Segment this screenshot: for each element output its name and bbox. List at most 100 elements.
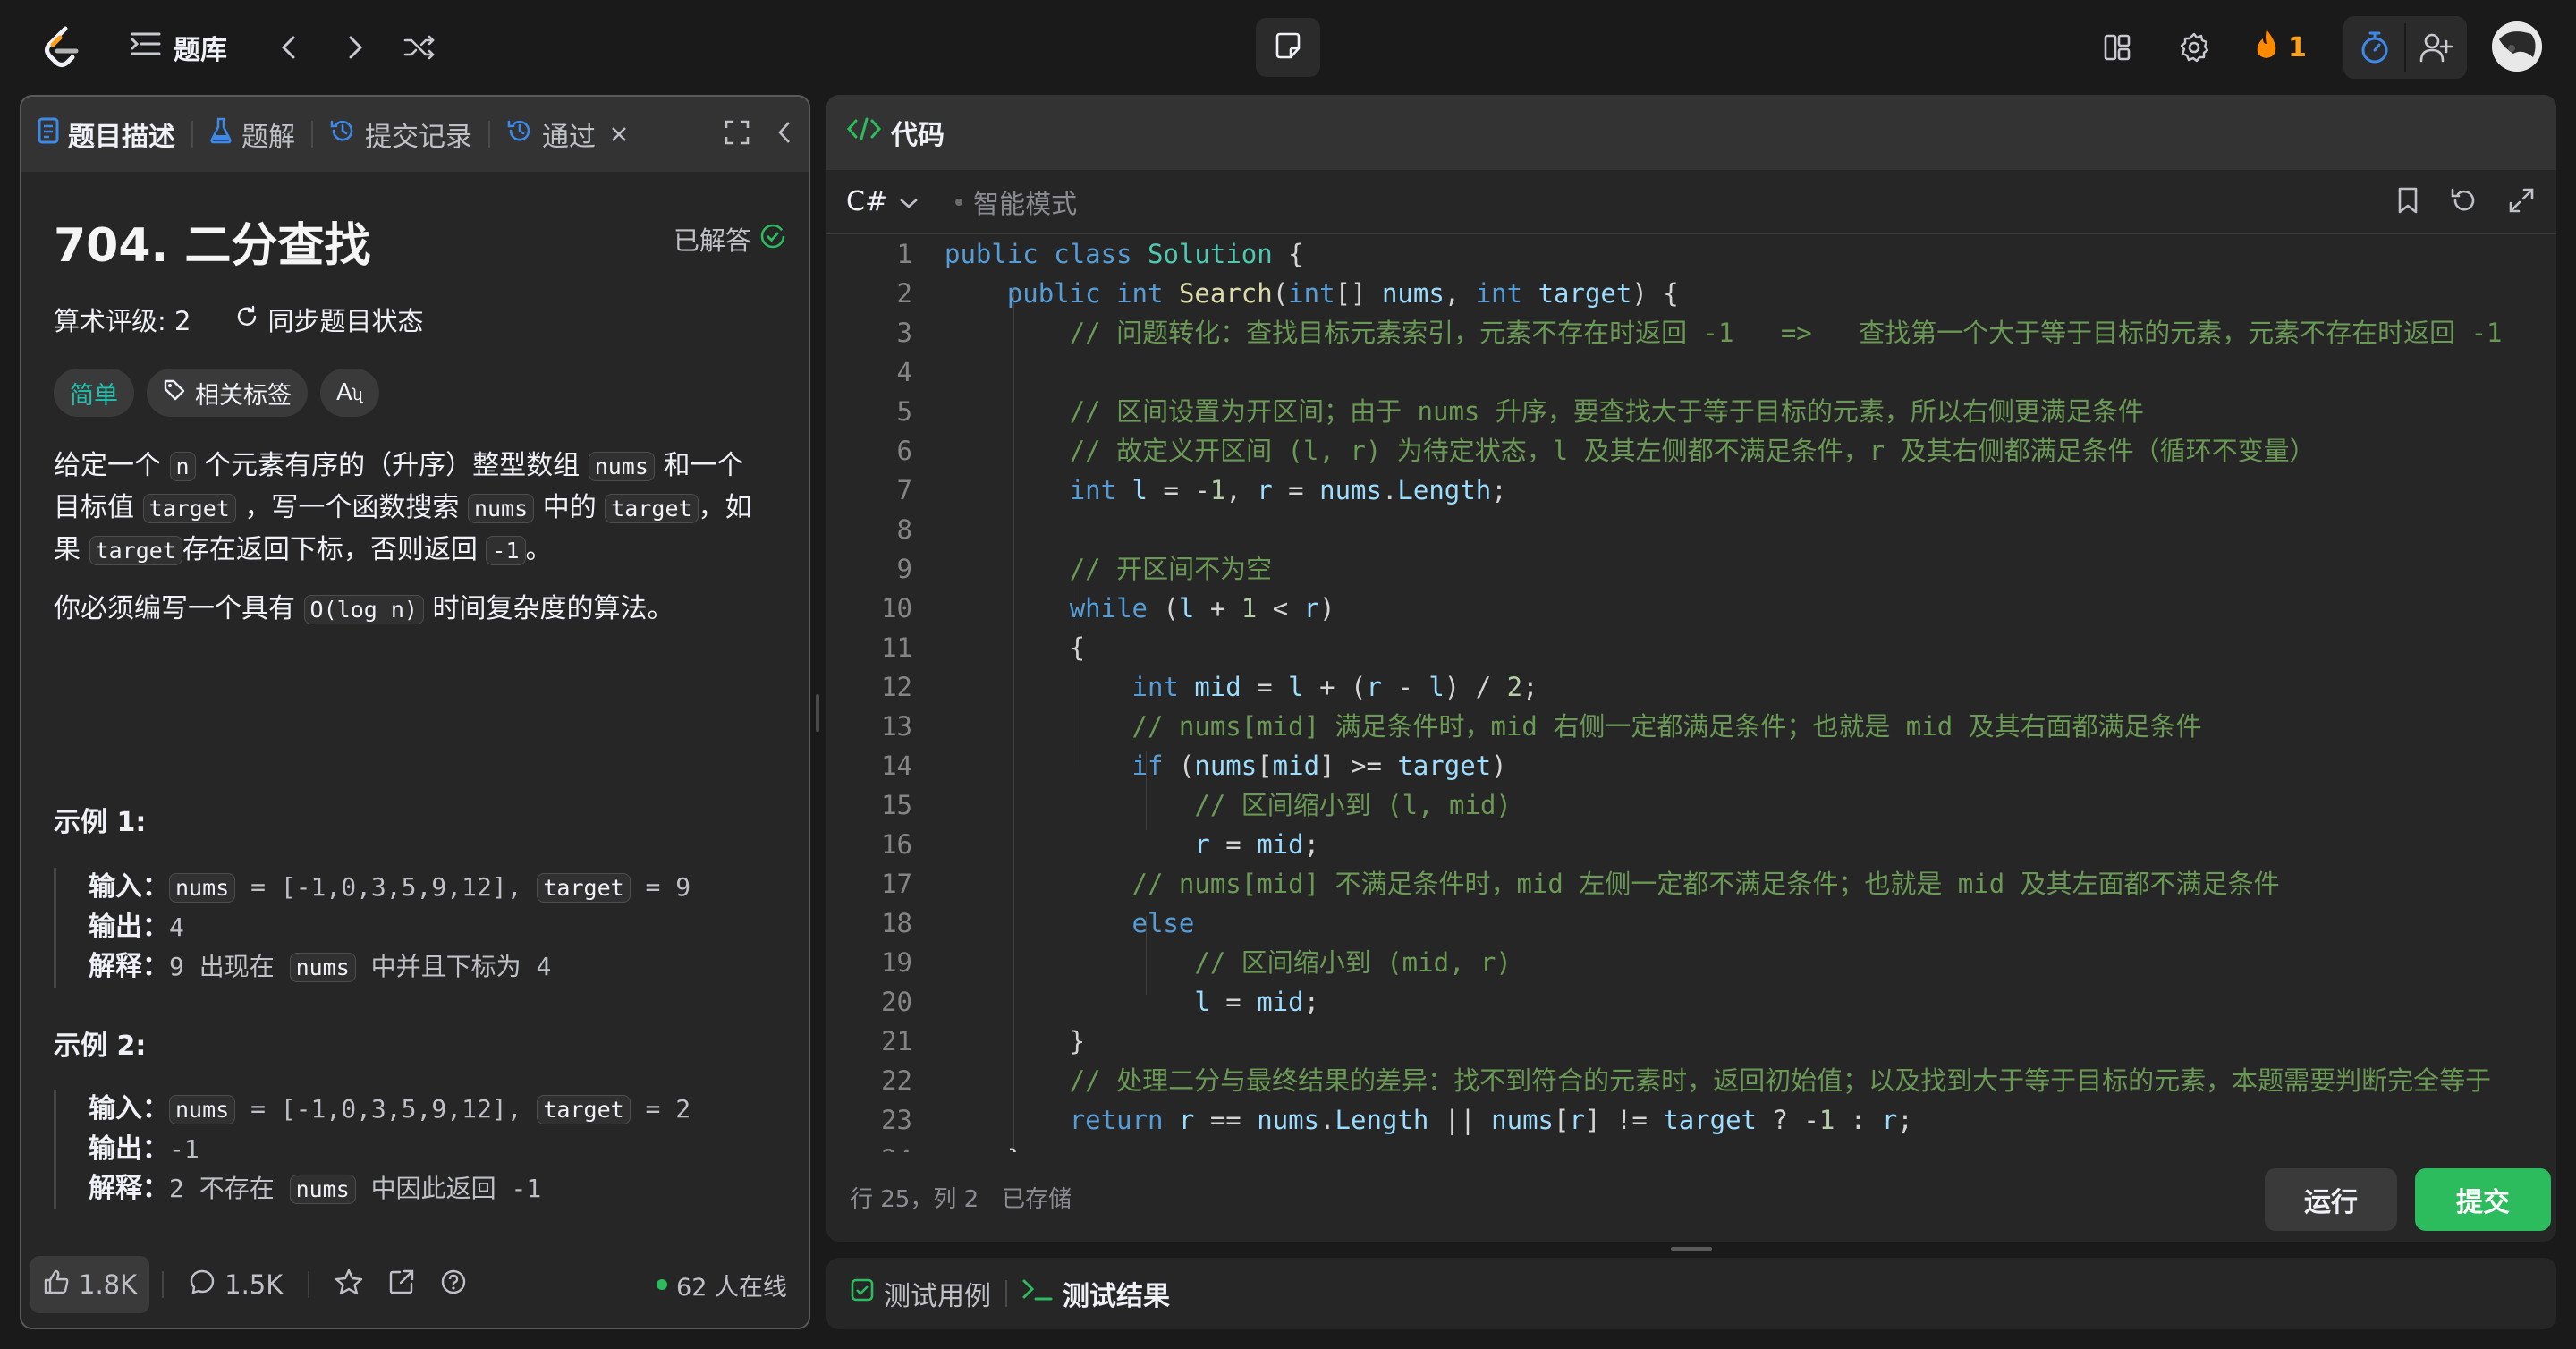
line-content: }	[945, 1026, 1086, 1056]
text: 2 不存在	[169, 1174, 290, 1203]
horizontal-resize-handle[interactable]	[816, 694, 819, 732]
layout-icon[interactable]	[2097, 27, 2138, 68]
code-line[interactable]: 16 r = mid;	[826, 825, 2526, 864]
code-line[interactable]: 10 while (l + 1 < r)	[826, 589, 2526, 628]
streak-counter[interactable]: 1	[2254, 27, 2307, 68]
online-count: 62 人在线	[676, 1273, 787, 1302]
line-number: 9	[896, 554, 912, 584]
code-line[interactable]: 3 // 问题转化：查找目标元素索引，元素不存在时返回 -1 => 查找第一个大…	[826, 313, 2526, 352]
tab-solutions[interactable]: 题解	[193, 97, 311, 172]
tab-description[interactable]: 题目描述	[21, 97, 191, 172]
line-content: // 区间设置为开区间；由于 nums 升序，要查找大于等于目标的元素，所以右侧…	[1069, 396, 2144, 427]
code-line[interactable]: 5 // 区间设置为开区间；由于 nums 升序，要查找大于等于目标的元素，所以…	[826, 392, 2526, 431]
terminal-icon	[1021, 1277, 1054, 1310]
shuffle-icon[interactable]	[399, 27, 440, 68]
code-brackets-icon	[846, 116, 882, 148]
line-number: 15	[881, 790, 912, 820]
help-button[interactable]	[428, 1256, 479, 1313]
code-line[interactable]: 2 public int Search(int[] nums, int targ…	[826, 274, 2526, 313]
text: = [-1,0,3,5,9,12],	[235, 872, 538, 902]
code-line[interactable]: 15 // 区间缩小到 (l, mid)	[826, 785, 2526, 825]
smart-mode-toggle[interactable]: 智能模式	[955, 183, 1077, 221]
settings-gear-icon[interactable]	[2174, 27, 2215, 68]
line-content: while (l + 1 < r)	[1069, 593, 1335, 624]
add-friend-icon[interactable]	[2405, 16, 2467, 79]
tab-submissions[interactable]: 提交记录	[313, 97, 488, 172]
related-tags-button[interactable]: 相关标签	[147, 369, 308, 417]
code-editor[interactable]: 1 public class Solution {2 public int Sea…	[826, 234, 2556, 1242]
editor-status: 行 25，列 2 已存储	[850, 1152, 1072, 1242]
prev-problem-button[interactable]	[268, 27, 309, 68]
problem-title: 704. 二分查找	[54, 219, 371, 273]
code-line[interactable]: 22 // 处理二分与最终结果的差异：找不到符合的元素时，返回初始值；以及找到大…	[826, 1061, 2526, 1100]
code-line[interactable]: 13 // nums[mid] 满足条件时，mid 右侧一定都满足条件；也就是 …	[826, 707, 2526, 746]
bookmark-icon[interactable]	[2397, 186, 2419, 218]
description-panel: 题目描述 题解 提交记录 通过 704. 二分查找 已解答 算术评级: 2 同步…	[20, 95, 810, 1329]
check-circle-icon	[760, 224, 785, 255]
code-line[interactable]: 9 // 开区间不为空	[826, 549, 2526, 589]
output-label: 输出：	[89, 912, 169, 943]
timer-group	[2343, 16, 2467, 79]
line-content: // 开区间不为空	[1069, 554, 1273, 584]
favorite-button[interactable]	[322, 1256, 376, 1313]
text: 存在返回下标，否则返回	[182, 534, 487, 565]
tab-test-result[interactable]: 测试结果	[1007, 1258, 1184, 1329]
comment-icon	[189, 1268, 216, 1302]
tab-accepted-label: 通过	[542, 122, 596, 153]
editor-footer: 行 25，列 2 已存储 运行 提交	[826, 1152, 2556, 1242]
code-line[interactable]: 20 l = mid;	[826, 982, 2526, 1022]
leetcode-logo-icon[interactable]	[39, 25, 84, 70]
code-line[interactable]: 21 }	[826, 1022, 2526, 1061]
tab-accepted[interactable]: 通过	[490, 97, 644, 172]
code-line[interactable]: 1 public class Solution {	[826, 234, 2526, 274]
related-tags-label: 相关标签	[195, 381, 292, 410]
code-line[interactable]: 17 // nums[mid] 不满足条件时，mid 左侧一定都不满足条件；也就…	[826, 864, 2526, 904]
line-content: return r == nums.Length || nums[r] != ta…	[1069, 1105, 1913, 1135]
inline-code: -1	[486, 536, 526, 565]
collapse-panel-icon[interactable]	[776, 120, 792, 148]
expand-icon[interactable]	[2508, 187, 2535, 217]
stopwatch-icon[interactable]	[2343, 16, 2405, 79]
maximize-icon[interactable]	[724, 120, 750, 148]
tab-testcase[interactable]: 测试用例	[835, 1258, 1005, 1329]
text: ，如	[698, 492, 752, 523]
bottom-separator	[308, 1271, 310, 1298]
text: 中并且下标为 4	[355, 952, 552, 981]
like-button[interactable]: 1.8K	[30, 1256, 150, 1313]
code-line[interactable]: 6 // 故定义开区间 (l, r) 为待定状态，l 及其左侧都不满足条件，r …	[826, 431, 2526, 471]
run-button[interactable]: 运行	[2265, 1168, 2397, 1231]
line-content: // 问题转化：查找目标元素索引，元素不存在时返回 -1 => 查找第一个大于等…	[1069, 318, 2503, 348]
submit-button[interactable]: 提交	[2415, 1168, 2551, 1231]
line-content: l = mid;	[1194, 987, 1320, 1017]
next-problem-button[interactable]	[335, 27, 376, 68]
code-line[interactable]: 7 int l = -1, r = nums.Length;	[826, 471, 2526, 510]
comments-button[interactable]: 1.5K	[176, 1256, 295, 1313]
vertical-resize-handle[interactable]	[1671, 1247, 1712, 1251]
language-select[interactable]: C#	[846, 186, 919, 217]
inline-code: target	[605, 494, 699, 523]
code-line[interactable]: 8	[826, 510, 2526, 549]
code-line[interactable]: 23 return r == nums.Length || nums[r] !=…	[826, 1100, 2526, 1140]
translate-button[interactable]: Aʯ	[320, 369, 379, 417]
text: 。	[525, 534, 553, 565]
language-label: C#	[846, 186, 888, 217]
close-icon[interactable]	[610, 119, 628, 150]
code-line[interactable]: 12 int mid = l + (r - l) / 2;	[826, 667, 2526, 707]
top-nav: 题库 1	[0, 0, 2576, 95]
user-avatar[interactable]	[2492, 21, 2542, 72]
sync-status-button[interactable]: 同步题目状态	[235, 301, 423, 338]
code-line[interactable]: 4	[826, 352, 2526, 392]
code-line[interactable]: 14 if (nums[mid] >= target)	[826, 746, 2526, 785]
code-line[interactable]: 19 // 区间缩小到 (mid, r)	[826, 943, 2526, 982]
share-button[interactable]	[376, 1256, 428, 1313]
notes-button[interactable]	[1256, 18, 1320, 77]
smart-mode-dot-icon	[955, 198, 963, 206]
code-line[interactable]: 11 {	[826, 628, 2526, 667]
problem-list-link[interactable]: 题库	[131, 27, 227, 68]
inline-code: target	[537, 1095, 631, 1124]
tab-code[interactable]: 代码	[826, 95, 961, 170]
text: 目标值	[54, 492, 143, 523]
reset-code-icon[interactable]	[2449, 186, 2478, 218]
code-tabbar: 代码	[826, 95, 2556, 170]
code-line[interactable]: 18 else	[826, 904, 2526, 943]
